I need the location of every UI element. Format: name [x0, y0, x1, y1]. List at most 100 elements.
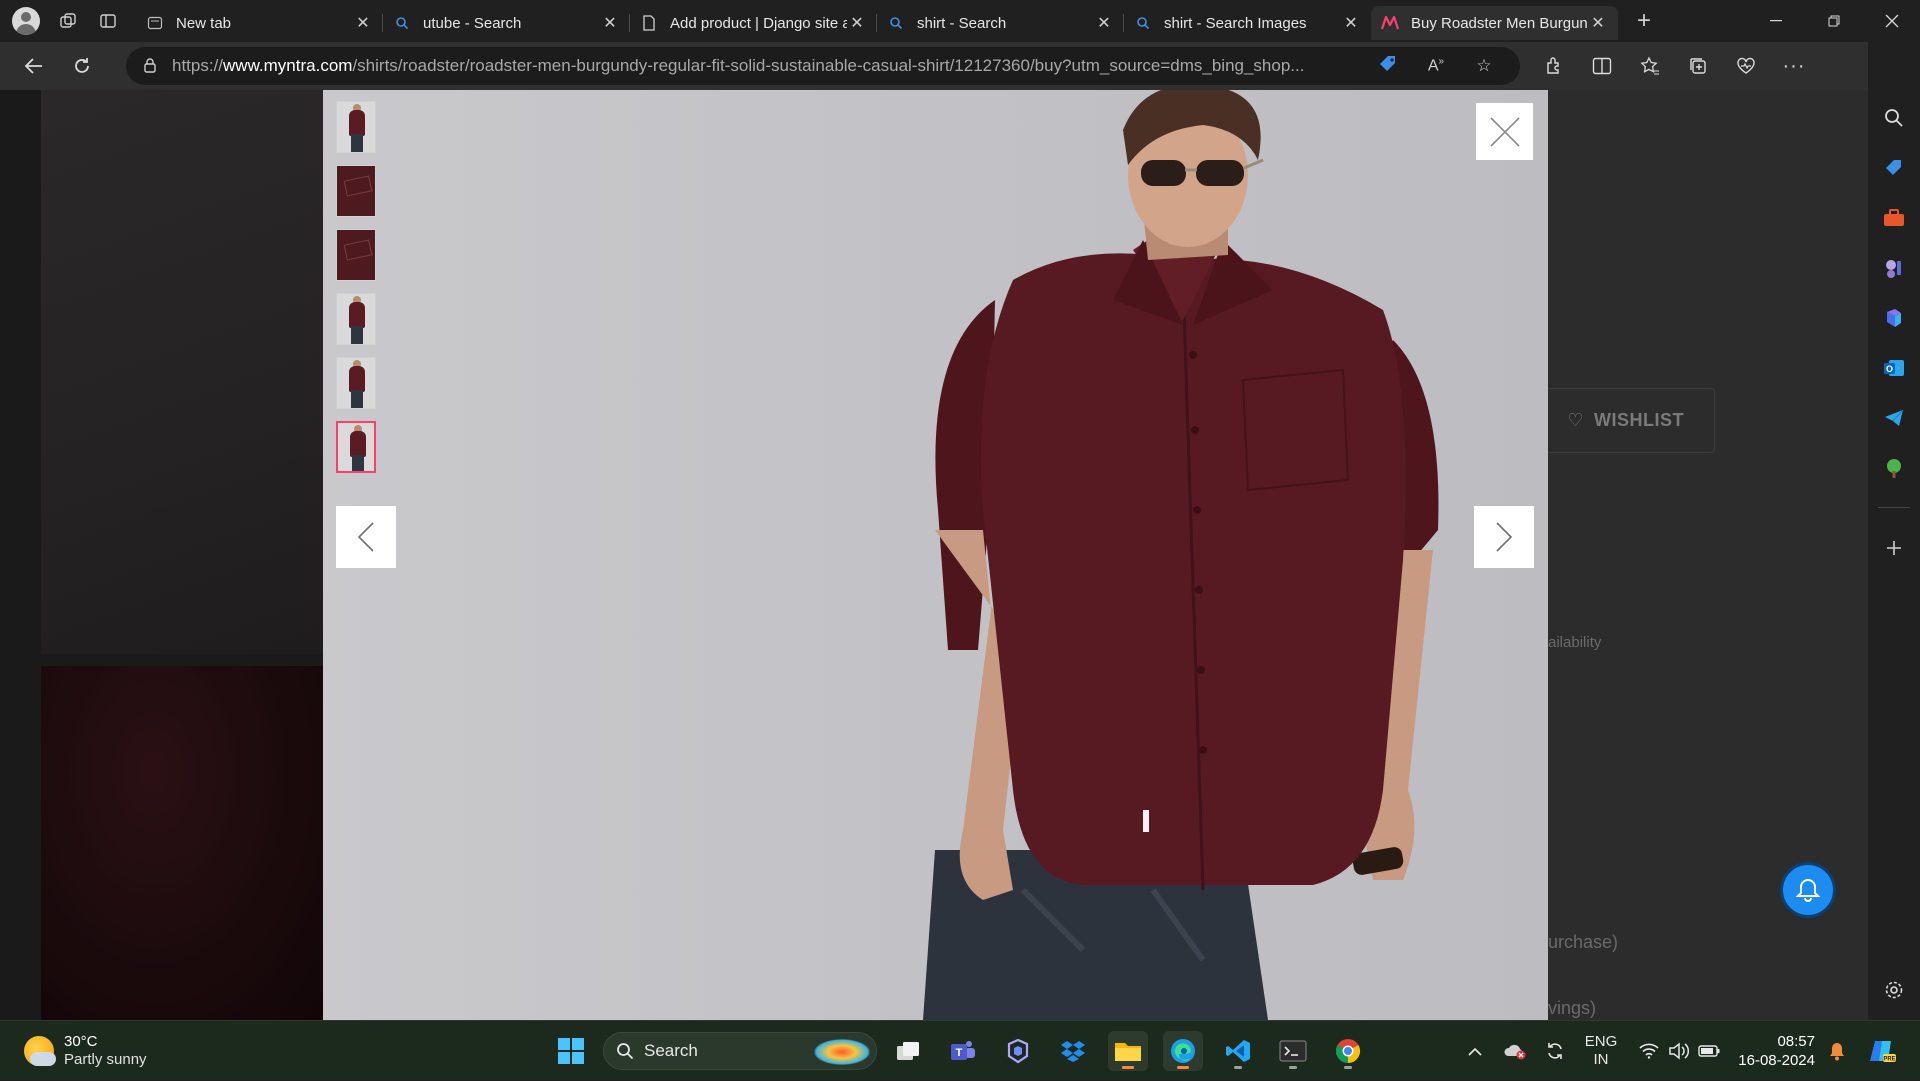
clock-time: 08:57	[1777, 1033, 1815, 1050]
url-scheme: https://	[172, 56, 224, 75]
close-tab-icon[interactable]: ✕	[600, 13, 620, 33]
tab-new-tab[interactable]: New tab ✕	[136, 6, 383, 40]
close-tab-icon[interactable]: ✕	[1341, 13, 1361, 33]
vscode-icon[interactable]	[1218, 1031, 1258, 1071]
add-icon[interactable]	[1878, 532, 1910, 564]
copilot-preview-icon[interactable]: PRE	[1862, 1021, 1902, 1081]
tab-myntra-product[interactable]: Buy Roadster Men Burgundy Regular Fit So…	[1371, 6, 1618, 40]
close-tab-icon[interactable]: ✕	[1094, 13, 1114, 33]
search-icon[interactable]	[1878, 102, 1910, 134]
favorite-star-icon[interactable]: ☆	[1460, 56, 1508, 76]
svg-text:PRE: PRE	[1883, 1057, 1895, 1063]
close-tab-icon[interactable]: ✕	[353, 13, 373, 33]
wishlist-label: WISHLIST	[1594, 410, 1684, 430]
close-viewer-button[interactable]	[1476, 103, 1533, 160]
chrome-icon[interactable]	[1328, 1031, 1368, 1071]
search-label: Search	[644, 1041, 698, 1060]
tab-django-admin[interactable]: Add product | Django site admin ✕	[629, 6, 877, 40]
svg-text:O: O	[1886, 364, 1893, 374]
start-button[interactable]	[551, 1031, 591, 1071]
dropbox-icon[interactable]	[1053, 1031, 1093, 1071]
extensions-icon[interactable]	[1530, 46, 1578, 86]
tab-shirt-search[interactable]: shirt - Search ✕	[876, 6, 1124, 40]
thumbnail-strip	[336, 101, 376, 485]
taskbar-search-box[interactable]: Search	[603, 1032, 877, 1070]
notification-bell-icon[interactable]	[1822, 1021, 1852, 1081]
vertical-tabs-icon[interactable]	[88, 0, 128, 42]
settings-gear-icon[interactable]	[1878, 974, 1910, 1006]
system-clock[interactable]: 08:57 16-08-2024	[1735, 1032, 1815, 1070]
tab-utube-search[interactable]: utube - Search ✕	[382, 6, 630, 40]
refresh-icon[interactable]	[58, 46, 106, 86]
address-bar[interactable]: https://www.myntra.com/shirts/roadster/r…	[126, 47, 1520, 85]
telegram-send-icon[interactable]	[1878, 402, 1910, 434]
thumbnail-4[interactable]	[336, 293, 376, 345]
browser-essentials-icon[interactable]	[1722, 46, 1770, 86]
availability-text: ailability	[1548, 634, 1602, 651]
svg-text:T: T	[956, 1047, 963, 1059]
profile-avatar-icon[interactable]	[12, 7, 40, 35]
sync-icon[interactable]	[1540, 1021, 1570, 1081]
thumbnail-5[interactable]	[336, 357, 376, 409]
windows-logo-icon	[558, 1038, 584, 1064]
thumbnail-3[interactable]	[336, 229, 376, 281]
close-window-icon[interactable]	[1864, 0, 1920, 42]
onedrive-error-icon[interactable]	[1500, 1021, 1530, 1081]
shopping-tag-icon[interactable]	[1364, 54, 1412, 79]
thumbnail-2[interactable]	[336, 165, 376, 217]
copilot-sidebar-icon[interactable]	[1878, 302, 1910, 334]
clock-date: 16-08-2024	[1738, 1052, 1815, 1069]
copilot-taskbar-icon[interactable]	[998, 1031, 1038, 1071]
collections-icon[interactable]	[1674, 46, 1722, 86]
weather-widget[interactable]: 30°C Partly sunny	[24, 1033, 147, 1069]
favorites-icon[interactable]	[1626, 46, 1674, 86]
more-options-icon[interactable]: ···	[1770, 46, 1818, 86]
back-arrow-icon[interactable]	[10, 46, 58, 86]
previous-image-button[interactable]	[336, 506, 396, 568]
task-view-icon[interactable]	[888, 1031, 928, 1071]
file-explorer-icon[interactable]	[1108, 1031, 1148, 1071]
page-icon	[640, 14, 658, 32]
outlook-icon[interactable]: O	[1878, 352, 1910, 384]
close-tab-icon[interactable]: ✕	[847, 13, 867, 33]
shopping-tag-icon[interactable]	[1878, 152, 1910, 184]
minimize-icon[interactable]	[1748, 0, 1804, 42]
tab-title: Add product | Django site admin	[670, 14, 847, 32]
battery-icon[interactable]	[1694, 1021, 1724, 1081]
chevron-left-icon	[357, 522, 374, 552]
restore-icon[interactable]	[1806, 0, 1862, 42]
tab-shirt-images[interactable]: shirt - Search Images ✕	[1123, 6, 1371, 40]
edge-browser-icon[interactable]	[1163, 1031, 1203, 1071]
tools-icon[interactable]	[1878, 202, 1910, 234]
lock-icon[interactable]	[138, 57, 162, 76]
product-gallery-image-1	[41, 90, 323, 654]
games-icon[interactable]	[1878, 252, 1910, 284]
partly-sunny-icon	[24, 1036, 56, 1066]
thumbnail-6[interactable]	[336, 421, 376, 473]
url-text[interactable]: https://www.myntra.com/shirts/roadster/r…	[172, 56, 1364, 76]
wishlist-button[interactable]: ♡ WISHLIST	[1530, 388, 1715, 453]
thumbnail-1[interactable]	[336, 101, 376, 153]
product-model-photo	[923, 90, 1439, 1020]
tab-strip: New tab ✕ utube - Search ✕ Add product |…	[0, 0, 1920, 42]
purchase-text: urchase)	[1548, 932, 1619, 952]
wifi-icon[interactable]	[1634, 1021, 1664, 1081]
image-viewer-modal	[323, 90, 1548, 1020]
new-tab-button[interactable]: +	[1624, 4, 1664, 38]
myntra-icon	[1381, 14, 1399, 32]
read-aloud-icon[interactable]: A»	[1412, 56, 1460, 75]
region-code: IN	[1593, 1051, 1609, 1068]
navigation-bar: https://www.myntra.com/shirts/roadster/r…	[0, 42, 1920, 90]
split-screen-icon[interactable]	[1578, 46, 1626, 86]
terminal-icon[interactable]	[1273, 1031, 1313, 1071]
teams-icon[interactable]: T	[943, 1031, 983, 1071]
chevron-up-icon[interactable]	[1460, 1021, 1490, 1081]
workspaces-icon[interactable]	[48, 0, 88, 42]
language-indicator[interactable]: ENG IN	[1578, 1021, 1624, 1081]
search-highlight-icon	[814, 1039, 870, 1065]
next-image-button[interactable]	[1474, 506, 1534, 568]
tree-icon[interactable]	[1878, 452, 1910, 484]
volume-icon[interactable]	[1664, 1021, 1694, 1081]
close-tab-icon[interactable]: ✕	[1588, 13, 1608, 33]
notification-bell-button[interactable]	[1780, 862, 1836, 918]
